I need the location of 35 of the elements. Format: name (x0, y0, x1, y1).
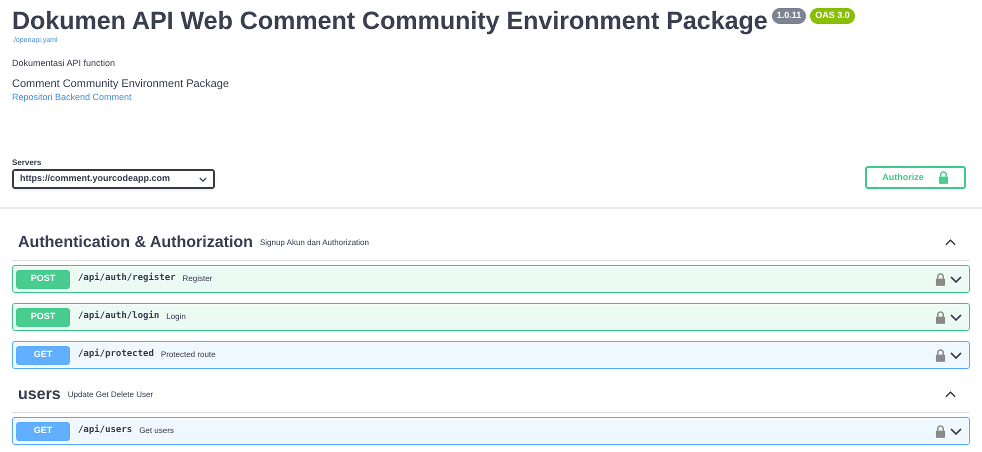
servers-label: Servers (12, 158, 42, 168)
chevron-up-icon[interactable] (945, 391, 956, 398)
chevron-down-icon[interactable] (950, 352, 962, 358)
subtitle-text: Comment Community Environment Package (12, 77, 230, 91)
server-select[interactable]: https://comment.yourcodeapp.com (12, 169, 215, 189)
chevron-down-icon (199, 176, 207, 182)
lock-icon (938, 171, 949, 184)
section-description: Signup Akun dan Authorization (260, 236, 369, 248)
page-title: Dokumen API Web Comment Community Environment Package (12, 6, 768, 36)
description-text: Dokumentasi API function (12, 57, 116, 69)
operation-summary: Login (166, 311, 186, 323)
operation-row[interactable]: GET /api/protected Protected route (12, 341, 970, 369)
method-badge: POST (16, 308, 70, 326)
operation-row[interactable]: GET /api/users Get users (12, 417, 970, 445)
version-badge: 1.0.11 (772, 8, 806, 24)
method-badge: GET (16, 422, 70, 440)
operation-path: /api/auth/register (78, 272, 176, 286)
operation-row[interactable]: POST /api/auth/register Register (12, 265, 970, 293)
operation-summary: Get users (139, 425, 174, 437)
operation-row[interactable]: POST /api/auth/login Login (12, 303, 970, 331)
section-description: Update Get Delete User (68, 388, 154, 400)
operation-path: /api/users (78, 424, 132, 438)
operation-summary: Register (182, 273, 212, 285)
method-badge: POST (16, 270, 70, 288)
operation-path: /api/auth/login (78, 310, 160, 324)
section-title: users (18, 384, 61, 404)
method-badge: GET (16, 346, 70, 364)
chevron-down-icon[interactable] (950, 276, 962, 282)
section-title: Authentication & Authorization (18, 232, 253, 252)
operation-path: /api/protected (78, 348, 154, 362)
chevron-up-icon[interactable] (945, 239, 956, 246)
oas-badge: OAS 3.0 (810, 8, 855, 24)
chevron-down-icon[interactable] (950, 428, 962, 434)
operation-summary: Protected route (160, 349, 216, 361)
chevron-down-icon[interactable] (950, 314, 962, 320)
